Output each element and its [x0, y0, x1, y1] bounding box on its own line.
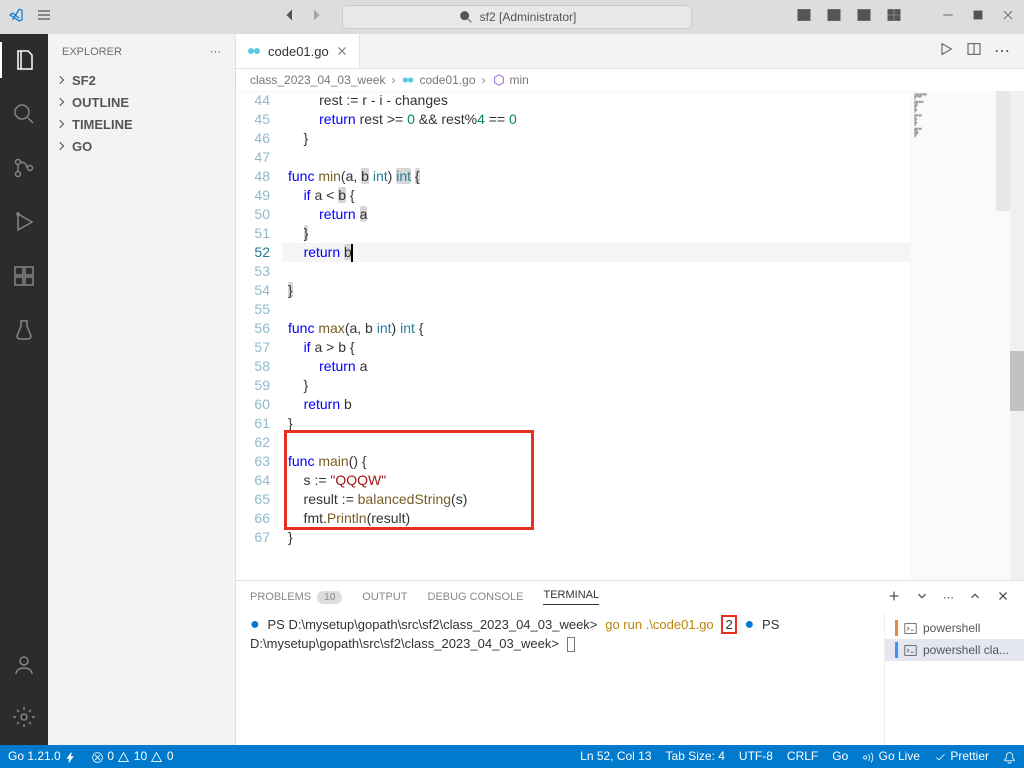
sidebar-item-go[interactable]: GO [48, 135, 235, 157]
status-language[interactable]: Go [832, 749, 848, 763]
terminal-item[interactable]: powershell [885, 617, 1024, 639]
activity-debug[interactable] [0, 204, 48, 240]
sidebar-item-timeline[interactable]: TIMELINE [48, 113, 235, 135]
close-button[interactable] [1000, 7, 1016, 28]
panel-tab-output[interactable]: OUTPUT [362, 591, 407, 603]
highlight-box-main [284, 430, 534, 530]
editor-tabs: code01.go ⋯ [236, 34, 1024, 69]
status-prettier[interactable]: Prettier [934, 749, 989, 763]
explorer-sidebar: EXPLORER ⋯ SF2 OUTLINE TIMELINE GO [48, 34, 236, 745]
activity-extensions[interactable] [0, 258, 48, 294]
sidebar-item-label: OUTLINE [72, 95, 129, 110]
vertical-scrollbar[interactable] [1010, 91, 1024, 580]
status-go-version[interactable]: Go 1.21.0 [8, 749, 77, 763]
forward-button[interactable] [308, 7, 324, 28]
terminal-output-box: 2 [721, 615, 736, 634]
sidebar-item-sf2[interactable]: SF2 [48, 69, 235, 91]
tab-label: code01.go [268, 44, 329, 59]
panel-tab-terminal[interactable]: TERMINAL [543, 589, 599, 605]
panel-close-icon[interactable] [996, 589, 1010, 606]
bottom-panel: PROBLEMS10 OUTPUT DEBUG CONSOLE TERMINAL… [236, 580, 1024, 745]
activity-bar [0, 34, 48, 745]
status-go-live[interactable]: Go Live [862, 749, 920, 763]
status-bar: Go 1.21.0 0 10 0 Ln 52, Col 13 Tab Size:… [0, 745, 1024, 768]
activity-search[interactable] [0, 96, 48, 132]
editor-area: code01.go ⋯ class_2023_04_03_week code01… [236, 34, 1024, 745]
menu-icon[interactable] [36, 7, 52, 28]
tab-code01[interactable]: code01.go [236, 34, 360, 68]
terminal-icon [904, 622, 917, 635]
minimap-slider[interactable] [996, 91, 1010, 211]
panel-up-icon[interactable] [968, 589, 982, 606]
activity-explorer[interactable] [0, 42, 48, 78]
breadcrumb-folder[interactable]: class_2023_04_03_week [250, 73, 385, 87]
layout-bottom-icon[interactable] [826, 7, 842, 28]
layout-right-icon[interactable] [856, 7, 872, 28]
symbol-icon [492, 73, 506, 87]
back-button[interactable] [282, 7, 298, 28]
terminal-prompt: PS D:\mysetup\gopath\src\sf2\class_2023_… [268, 617, 598, 632]
terminal-content[interactable]: ● PS D:\mysetup\gopath\src\sf2\class_202… [236, 613, 884, 745]
code-editor[interactable]: 4445464748495051525354555657585960616263… [236, 91, 1024, 580]
command-center[interactable]: sf2 [Administrator] [342, 5, 692, 29]
code-content[interactable]: rest := r - i - changes return rest >= 0… [288, 91, 910, 580]
terminal-command: go run .\code01.go [605, 617, 713, 632]
status-eol[interactable]: CRLF [787, 749, 818, 763]
status-tab-size[interactable]: Tab Size: 4 [666, 749, 725, 763]
layout-left-icon[interactable] [796, 7, 812, 28]
scrollbar-thumb[interactable] [1010, 351, 1024, 411]
vscode-icon [8, 7, 24, 28]
problems-badge: 10 [317, 591, 342, 604]
line-gutter: 4445464748495051525354555657585960616263… [236, 91, 288, 580]
minimize-button[interactable] [940, 7, 956, 28]
panel-more-icon[interactable]: ⋯ [943, 591, 954, 604]
breadcrumb[interactable]: class_2023_04_03_week code01.go min [236, 69, 1024, 91]
terminal-item[interactable]: powershell cla... [885, 639, 1024, 661]
status-encoding[interactable]: UTF-8 [739, 749, 773, 763]
activity-testing[interactable] [0, 312, 48, 348]
minimap[interactable]: █ ██ ██ █████ ███████ ██ ██ ██████████ █… [910, 91, 1010, 580]
search-text: sf2 [Administrator] [480, 10, 577, 24]
run-icon[interactable] [938, 41, 954, 62]
activity-settings[interactable] [0, 699, 48, 735]
sidebar-more-icon[interactable]: ⋯ [210, 45, 221, 58]
breadcrumb-symbol[interactable]: min [510, 73, 529, 87]
sidebar-item-label: SF2 [72, 73, 96, 88]
sidebar-item-outline[interactable]: OUTLINE [48, 91, 235, 113]
new-terminal-icon[interactable] [887, 589, 901, 606]
sidebar-item-label: TIMELINE [72, 117, 133, 132]
more-icon[interactable]: ⋯ [994, 41, 1010, 61]
status-notifications[interactable] [1003, 749, 1016, 763]
panel-tab-problems[interactable]: PROBLEMS10 [250, 591, 342, 604]
activity-account[interactable] [0, 647, 48, 683]
panel-tab-debug[interactable]: DEBUG CONSOLE [428, 591, 524, 603]
layout-custom-icon[interactable] [886, 7, 902, 28]
title-bar: sf2 [Administrator] [0, 0, 1024, 34]
terminal-list: powershell powershell cla... [884, 613, 1024, 745]
tab-close-icon[interactable] [335, 44, 349, 58]
dropdown-icon[interactable] [915, 589, 929, 606]
sidebar-title: EXPLORER [62, 46, 122, 58]
split-icon[interactable] [966, 41, 982, 62]
sidebar-item-label: GO [72, 139, 92, 154]
breadcrumb-file[interactable]: code01.go [419, 73, 475, 87]
activity-scm[interactable] [0, 150, 48, 186]
go-file-icon [246, 43, 262, 59]
terminal-cursor [567, 637, 575, 652]
terminal-icon [904, 644, 917, 657]
status-cursor-pos[interactable]: Ln 52, Col 13 [580, 749, 651, 763]
status-diagnostics[interactable]: 0 10 0 [91, 749, 173, 763]
go-file-icon [401, 73, 415, 87]
maximize-button[interactable] [970, 7, 986, 28]
